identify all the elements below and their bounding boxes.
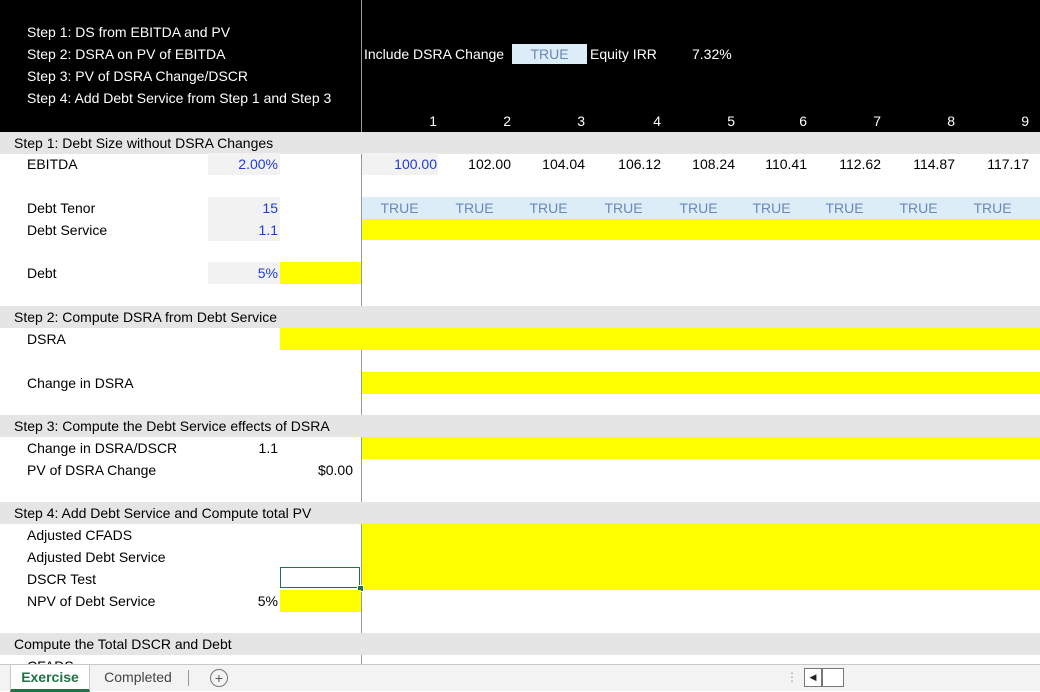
adjusted-debt-service-label[interactable]: Adjusted Debt Service: [27, 546, 166, 568]
ebitda-year-5[interactable]: 108.24: [662, 153, 735, 175]
step2-title[interactable]: Step 2: Compute DSRA from Debt Service: [14, 306, 277, 328]
plus-icon: +: [214, 670, 224, 686]
cfads-label-cut[interactable]: CFADS: [27, 655, 74, 664]
include-dsra-toggle[interactable]: TRUE: [512, 44, 587, 64]
npv-output-cell[interactable]: [280, 590, 361, 612]
period-col-4[interactable]: 4: [586, 110, 661, 132]
npv-debt-service-label[interactable]: NPV of Debt Service: [27, 590, 155, 612]
debt-service-input[interactable]: 1.1: [208, 219, 278, 241]
dsra-label[interactable]: DSRA: [27, 328, 66, 350]
tenor-flag-year-1[interactable]: TRUE: [362, 197, 437, 219]
change-dsra-output-row[interactable]: [362, 372, 1040, 394]
ebitda-year-3[interactable]: 104.04: [512, 153, 585, 175]
step3-title[interactable]: Step 3: Compute the Debt Service effects…: [14, 415, 330, 437]
scroll-left-button[interactable]: ◀: [804, 668, 822, 687]
step-note-1[interactable]: Step 1: DS from EBITDA and PV: [27, 24, 230, 40]
step4-output-block[interactable]: [362, 524, 1040, 590]
debt-label[interactable]: Debt: [27, 262, 57, 284]
period-col-7[interactable]: 7: [808, 110, 881, 132]
period-col-8[interactable]: 8: [882, 110, 955, 132]
horizontal-scrollbar[interactable]: [822, 668, 844, 687]
sheet-tab-bar: Exercise Completed + ⋮ ◀: [0, 664, 1040, 692]
tenor-flag-year-8[interactable]: TRUE: [882, 197, 955, 219]
equity-irr-value[interactable]: 7.32%: [692, 46, 732, 62]
period-col-9[interactable]: 9: [956, 110, 1029, 132]
ebitda-year-4[interactable]: 106.12: [586, 153, 661, 175]
adjusted-cfads-label[interactable]: Adjusted CFADS: [27, 524, 132, 546]
pv-dsra-label[interactable]: PV of DSRA Change: [27, 459, 156, 481]
period-col-2[interactable]: 2: [438, 110, 511, 132]
debt-service-output-row[interactable]: [362, 219, 1040, 240]
ebitda-year-1[interactable]: 100.00: [362, 153, 437, 175]
splitter-dots-icon[interactable]: ⋮: [786, 668, 798, 686]
debt-rate-input[interactable]: 5%: [208, 262, 278, 284]
ebitda-year-9[interactable]: 117.17: [956, 153, 1029, 175]
pv-dsra-value[interactable]: $0.00: [280, 459, 353, 481]
tenor-flag-year-6[interactable]: TRUE: [736, 197, 807, 219]
change-dscr-output-row[interactable]: [362, 437, 1040, 459]
ebitda-year-2[interactable]: 102.00: [438, 153, 511, 175]
tenor-flag-year-4[interactable]: TRUE: [586, 197, 661, 219]
debt-tenor-label[interactable]: Debt Tenor: [27, 197, 95, 219]
step-note-4[interactable]: Step 4: Add Debt Service from Step 1 and…: [27, 90, 331, 106]
tenor-flag-year-2[interactable]: TRUE: [438, 197, 511, 219]
step1-title[interactable]: Step 1: Debt Size without DSRA Changes: [14, 132, 273, 154]
tenor-flag-year-3[interactable]: TRUE: [512, 197, 585, 219]
step-note-2[interactable]: Step 2: DSRA on PV of EBITDA: [27, 46, 225, 62]
ebitda-year-7[interactable]: 112.62: [808, 153, 881, 175]
step-note-3[interactable]: Step 3: PV of DSRA Change/DSCR: [27, 68, 248, 84]
change-dscr-value[interactable]: 1.1: [208, 437, 278, 459]
debt-output-cell[interactable]: [280, 262, 361, 284]
tenor-flag-year-5[interactable]: TRUE: [662, 197, 735, 219]
ebitda-growth-input[interactable]: 2.00%: [208, 153, 278, 175]
tenor-flag-year-9[interactable]: TRUE: [956, 197, 1029, 219]
dscr-test-label[interactable]: DSCR Test: [27, 568, 96, 590]
ebitda-label[interactable]: EBITDA: [27, 153, 78, 175]
add-sheet-button[interactable]: +: [210, 669, 228, 687]
debt-tenor-input[interactable]: 15: [208, 197, 278, 219]
period-col-5[interactable]: 5: [662, 110, 735, 132]
step4-title[interactable]: Step 4: Add Debt Service and Compute tot…: [14, 502, 311, 524]
change-dsra-label[interactable]: Change in DSRA: [27, 372, 134, 394]
tab-completed[interactable]: Completed: [92, 665, 184, 689]
tab-separator: [188, 670, 189, 686]
dsra-output-row[interactable]: [280, 328, 1040, 350]
tenor-flag-year-7[interactable]: TRUE: [808, 197, 881, 219]
include-dsra-label[interactable]: Include DSRA Change: [364, 46, 504, 62]
period-col-1[interactable]: 1: [362, 110, 437, 132]
change-dscr-label[interactable]: Change in DSRA/DSCR: [27, 437, 177, 459]
total-title[interactable]: Compute the Total DSCR and Debt: [14, 633, 232, 655]
triangle-left-icon: ◀: [809, 672, 817, 682]
period-col-3[interactable]: 3: [512, 110, 585, 132]
equity-irr-label[interactable]: Equity IRR: [590, 46, 657, 62]
active-cell-selection[interactable]: [280, 567, 360, 588]
period-col-6[interactable]: 6: [736, 110, 807, 132]
ebitda-year-8[interactable]: 114.87: [882, 153, 955, 175]
tab-exercise[interactable]: Exercise: [10, 665, 90, 692]
ebitda-year-6[interactable]: 110.41: [736, 153, 807, 175]
debt-service-label[interactable]: Debt Service: [27, 219, 107, 241]
npv-rate-value[interactable]: 5%: [208, 590, 278, 612]
